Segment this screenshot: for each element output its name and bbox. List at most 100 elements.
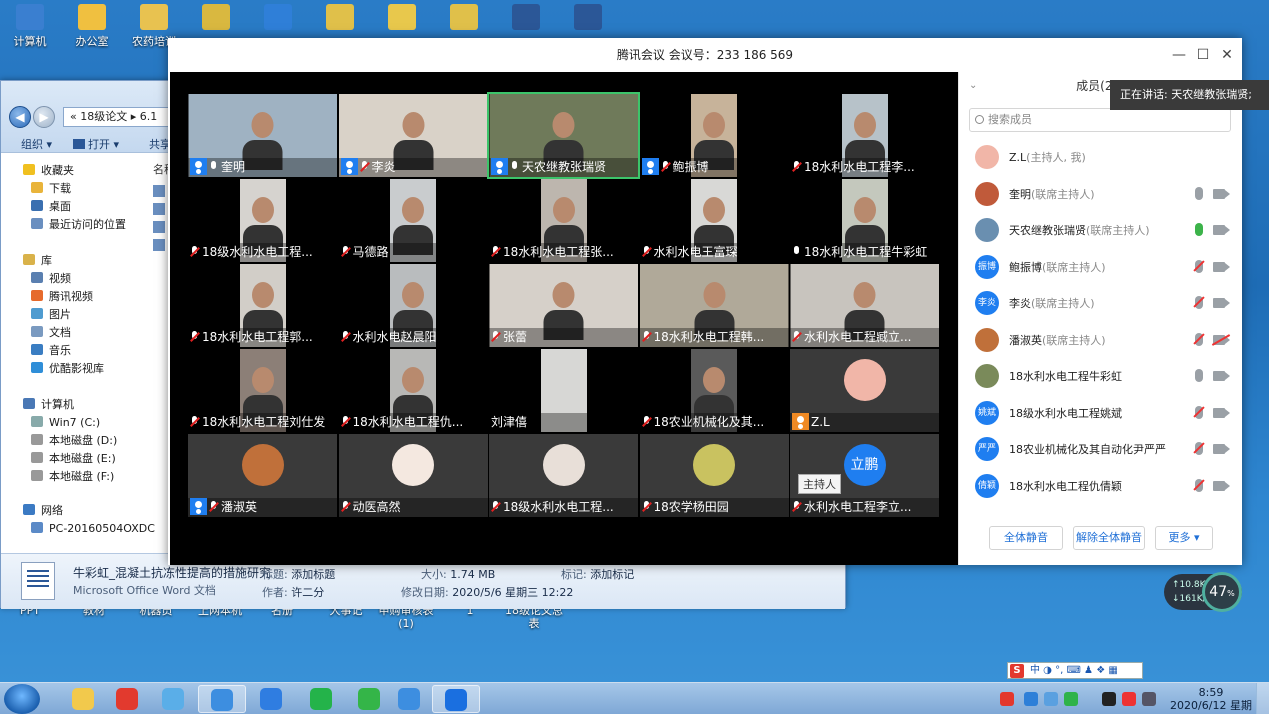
tree-item[interactable]: 本地磁盘 (F:) <box>31 469 114 485</box>
video-tile[interactable]: 水利水电工程臧立... <box>790 264 939 347</box>
video-tile[interactable]: 天农继教张瑞贤 <box>487 92 640 179</box>
desktop-icon[interactable] <box>496 4 556 33</box>
organize-menu[interactable]: 组织 ▾ <box>21 136 52 152</box>
video-tile[interactable]: Z.L <box>790 349 939 432</box>
camera-icon[interactable] <box>1213 188 1230 199</box>
taskbar-app-tencent-meeting[interactable] <box>432 685 480 713</box>
video-tile[interactable]: 18农学杨田园 <box>639 434 789 517</box>
tree-item[interactable]: 视频 <box>31 271 71 287</box>
back-button[interactable]: ◀ <box>9 106 31 128</box>
video-tile[interactable]: 张蕾 <box>489 264 638 347</box>
mic-muted-icon[interactable] <box>1195 478 1203 492</box>
video-tile[interactable]: 奎明 <box>188 94 337 177</box>
mic-icon[interactable] <box>1195 186 1203 200</box>
desktop-icon[interactable]: 计算机 <box>0 4 60 49</box>
open-menu[interactable]: 打开 ▾ <box>73 136 119 152</box>
tree-item[interactable]: 下载 <box>31 181 71 197</box>
mail-tray-icon[interactable] <box>1044 692 1058 706</box>
tree-item[interactable]: 库 <box>23 253 52 269</box>
member-row[interactable]: Z.L(主持人, 我) <box>973 142 1231 172</box>
video-tile[interactable]: 18水利水电工程牛彩虹 <box>790 179 939 262</box>
tree-item[interactable]: Win7 (C:) <box>31 415 100 431</box>
tree-item[interactable]: 腾讯视频 <box>31 289 93 305</box>
member-row[interactable]: 李炎 李炎(联席主持人) <box>973 288 1231 318</box>
tree-item[interactable]: 图片 <box>31 307 71 323</box>
member-row[interactable]: 奎明(联席主持人) <box>973 179 1231 209</box>
mic-icon[interactable] <box>1195 223 1203 236</box>
video-tile[interactable]: 马德路 <box>338 179 488 262</box>
mute-all-button[interactable]: 全体静音 <box>989 526 1063 550</box>
video-tile[interactable]: 18级水利水电工程... <box>188 179 337 262</box>
tree-item[interactable]: 优酷影视库 <box>31 361 104 377</box>
unmute-all-button[interactable]: 解除全体静音 <box>1073 526 1145 550</box>
video-tile[interactable]: 18水利水电工程郭... <box>188 264 337 347</box>
mic-icon[interactable] <box>1195 369 1203 382</box>
close-button[interactable]: ✕ <box>1212 38 1242 72</box>
member-row[interactable]: 振博 鲍振博(联席主持人) <box>973 252 1231 282</box>
alert-tray-icon[interactable] <box>1122 692 1136 706</box>
desktop-icon[interactable] <box>248 4 308 33</box>
network-speed-widget[interactable]: ↑10.8K/s ↓161K/s 47% <box>1164 572 1242 612</box>
video-tile[interactable]: 18水利水电工程刘仕发 <box>188 349 337 432</box>
member-row[interactable]: 潘淑英(联席主持人) <box>973 325 1231 355</box>
mic-muted-icon[interactable] <box>1195 259 1203 273</box>
taskbar-app-explorer[interactable] <box>60 685 108 713</box>
member-search-input[interactable]: 搜索成员 <box>969 108 1231 132</box>
member-row[interactable]: 18水利水电工程牛彩虹 <box>973 361 1231 391</box>
mic-muted-icon[interactable] <box>1195 296 1203 309</box>
camera-icon[interactable] <box>1213 444 1230 454</box>
mic-muted-icon[interactable] <box>1195 405 1203 419</box>
camera-icon[interactable] <box>1213 298 1230 308</box>
video-tile[interactable]: 18级水利水电工程... <box>489 434 638 517</box>
desktop-icon[interactable]: 办公室 <box>62 4 122 49</box>
taskbar-app-qq-browser[interactable] <box>198 685 246 713</box>
video-tile[interactable]: 18水利水电工程韩... <box>639 264 789 347</box>
taskbar-app-bird-app[interactable] <box>150 685 198 713</box>
tree-item[interactable]: 收藏夹 <box>23 163 74 179</box>
desktop-icon[interactable] <box>310 4 370 33</box>
tags-field[interactable]: 标记: 添加标记 <box>561 566 634 582</box>
tree-item[interactable]: 本地磁盘 (E:) <box>31 451 116 467</box>
tree-item[interactable]: 最近访问的位置 <box>31 217 126 233</box>
camera-icon[interactable] <box>1213 371 1230 381</box>
tree-item[interactable]: 计算机 <box>23 397 74 413</box>
tree-item[interactable]: 音乐 <box>31 343 71 359</box>
network-tray-icon[interactable] <box>1142 692 1156 706</box>
desktop-icon[interactable] <box>372 4 432 33</box>
video-tile[interactable]: 鲍振博 <box>639 94 789 177</box>
tree-item[interactable]: 文档 <box>31 325 71 341</box>
camera-icon[interactable] <box>1213 225 1230 235</box>
more-button[interactable]: 更多 ▾ <box>1155 526 1213 550</box>
video-tile[interactable]: 18水利水电工程李... <box>790 94 939 177</box>
mic-muted-icon[interactable] <box>1195 442 1203 455</box>
video-tile[interactable]: 水利水电王富琛 <box>639 179 789 262</box>
address-bar[interactable]: « 18级论文 ▸ 6.1 <box>63 107 183 127</box>
video-tile[interactable]: 刘津僖 <box>489 349 638 432</box>
camera-icon[interactable] <box>1213 480 1230 491</box>
tree-item[interactable]: PC-20160504OXDC <box>31 521 155 537</box>
camera-icon[interactable] <box>1213 407 1230 418</box>
camera-off-icon[interactable] <box>1213 334 1230 345</box>
desktop-icon[interactable] <box>186 4 246 33</box>
taskbar-app-iqiyi[interactable] <box>298 685 346 713</box>
qq-tray-icon[interactable] <box>1102 692 1116 706</box>
taskbar-app-video-player[interactable] <box>104 685 152 713</box>
camera-icon[interactable] <box>1213 261 1230 272</box>
sogou-tray-icon[interactable] <box>1000 692 1014 706</box>
taskbar-app-sogou[interactable] <box>248 685 296 713</box>
video-tile[interactable]: 动医高然 <box>338 434 488 517</box>
video-tile[interactable]: 18农业机械化及其... <box>639 349 789 432</box>
video-tile[interactable]: 李炎 <box>338 94 488 177</box>
ime-toolbar[interactable]: 中 ◑ °, ⌨ ♟ ❖ ▦ <box>1007 662 1143 679</box>
video-tile[interactable]: 潘淑英 <box>188 434 337 517</box>
clock[interactable]: 8:59 2020/6/12 星期五 <box>1170 686 1252 714</box>
author-field[interactable]: 作者: 许二分 <box>262 584 324 600</box>
tree-item[interactable]: 桌面 <box>31 199 71 215</box>
member-row[interactable]: 姚斌 18级水利水电工程姚斌 <box>973 398 1231 428</box>
video-tile[interactable]: 18水利水电工程仇... <box>338 349 488 432</box>
video-tile[interactable]: 18水利水电工程张... <box>489 179 638 262</box>
taskbar-app-chat-app[interactable] <box>386 685 434 713</box>
shield-tray-icon[interactable] <box>1024 692 1038 706</box>
title-field[interactable]: 标题: 添加标题 <box>262 566 335 582</box>
member-row[interactable]: 严严 18农业机械化及其自动化尹严严 <box>973 434 1231 464</box>
